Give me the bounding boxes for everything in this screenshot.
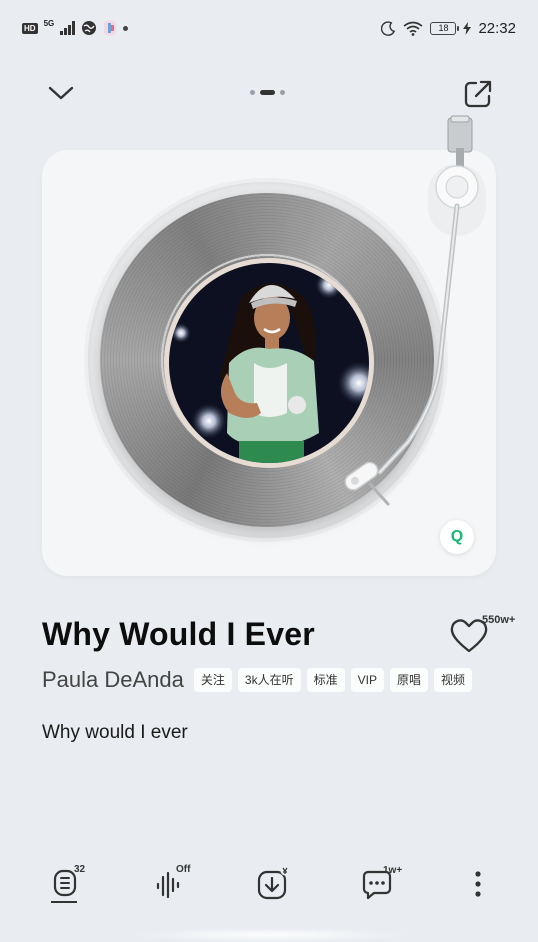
- more-button[interactable]: [454, 862, 502, 906]
- vip-tag[interactable]: VIP: [350, 668, 384, 692]
- sound-effect-state: Off: [176, 864, 191, 875]
- chevron-down-icon: [48, 86, 74, 100]
- collapse-button[interactable]: [44, 76, 78, 110]
- listeners-tag[interactable]: 3k人在听: [237, 668, 301, 692]
- comments-button[interactable]: 1w+: [352, 862, 403, 906]
- page-dot-active: [260, 90, 275, 95]
- battery-level: 18: [438, 23, 449, 33]
- song-title: Why Would I Ever: [42, 616, 315, 652]
- quality-tag[interactable]: 标准: [306, 668, 345, 692]
- sound-effect-button[interactable]: Off: [146, 862, 194, 906]
- tonearm: [344, 115, 486, 506]
- more-notifications-dot: [122, 25, 128, 31]
- player-top-nav: [0, 70, 538, 116]
- artist-row: Paula DeAnda 关注 3k人在听 标准 VIP 原唱 视频: [42, 667, 472, 693]
- more-vertical-icon: [475, 871, 481, 897]
- comment-count: 1w+: [383, 865, 403, 876]
- signal-icon: [60, 21, 75, 35]
- globe-icon: [81, 21, 96, 35]
- page-dot: [280, 90, 285, 95]
- playlist-button[interactable]: 32: [42, 862, 90, 906]
- video-tag[interactable]: 视频: [433, 668, 472, 692]
- playlist-count: 32: [74, 864, 86, 875]
- hd-badge: HD: [22, 22, 38, 34]
- lyric-line[interactable]: Why would I ever: [42, 722, 188, 744]
- home-indicator: [130, 928, 408, 942]
- bottom-toolbar: 32 Off 1w+: [0, 862, 538, 912]
- share-button[interactable]: [460, 76, 496, 112]
- page-dot: [250, 90, 255, 95]
- wifi-icon: [403, 21, 423, 36]
- status-bar: HD 5G 18 22:32: [0, 0, 538, 56]
- moon-icon: [381, 20, 396, 36]
- download-icon: [257, 866, 290, 900]
- like-count: 550w+: [482, 614, 516, 626]
- share-icon: [464, 80, 492, 108]
- original-tag[interactable]: 原唱: [389, 668, 428, 692]
- quality-badge[interactable]: Q: [440, 520, 474, 554]
- battery-icon: 18: [430, 21, 460, 35]
- download-button[interactable]: [248, 862, 296, 906]
- clock: 22:32: [478, 19, 516, 37]
- app-notification-icon: [103, 21, 116, 35]
- follow-tag[interactable]: 关注: [193, 668, 232, 692]
- album-art: [169, 263, 369, 463]
- page-indicator[interactable]: [250, 90, 285, 95]
- network-type: 5G: [43, 18, 55, 28]
- artist-name[interactable]: Paula DeAnda: [42, 667, 184, 693]
- charging-icon: [463, 21, 472, 35]
